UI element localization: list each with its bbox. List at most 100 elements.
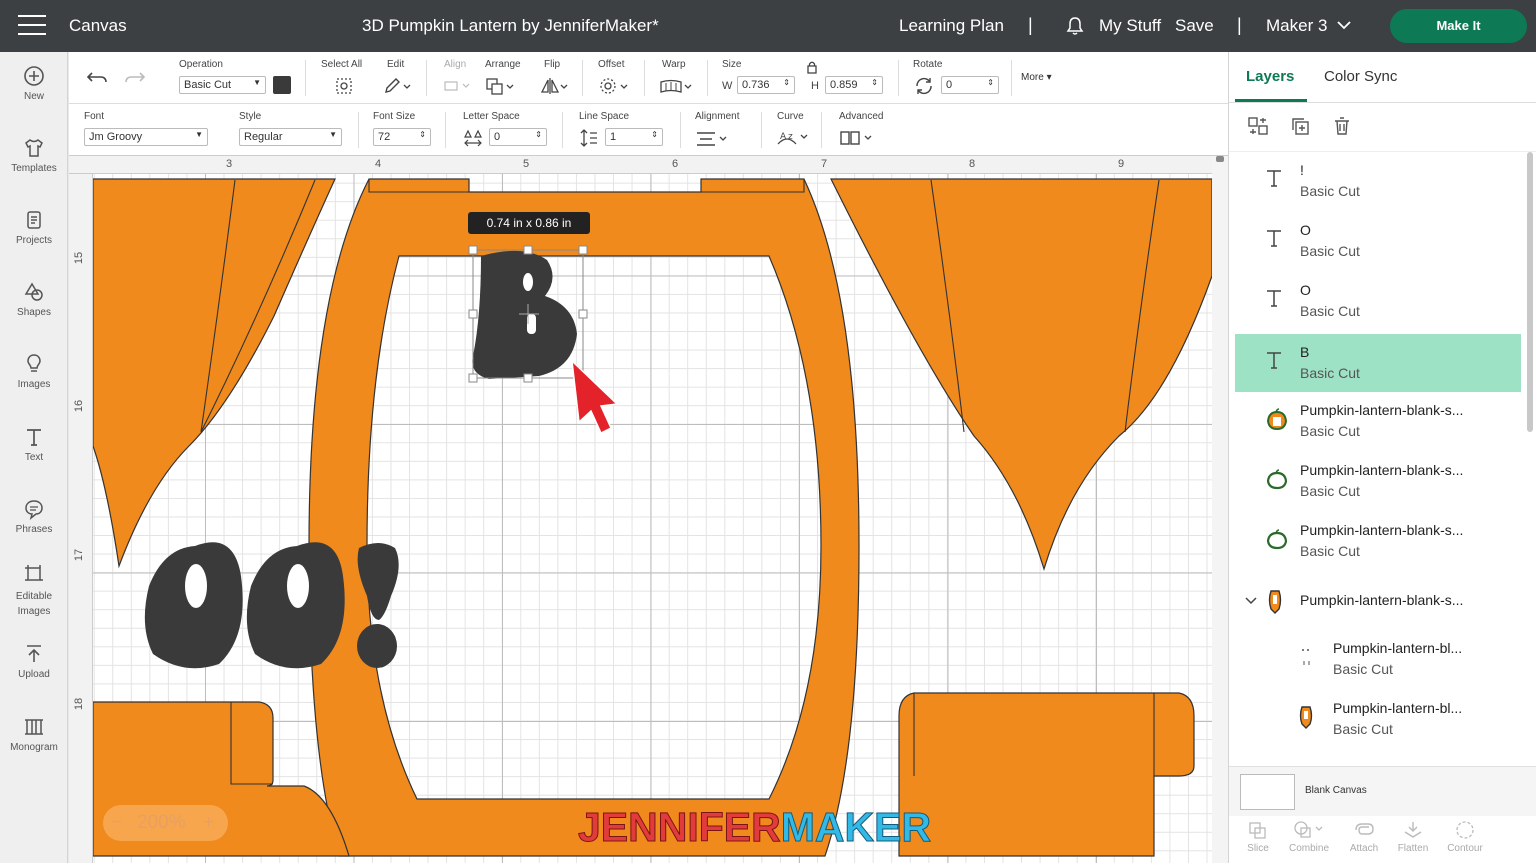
sidebar-item-templates[interactable]: Templates <box>0 137 68 174</box>
combine-button[interactable]: Combine <box>1284 820 1334 854</box>
text-icon <box>27 429 41 446</box>
sidebar-item-upload[interactable]: Upload <box>0 643 68 680</box>
alignment-label: Alignment <box>695 111 740 122</box>
sidebar-item-label: Text <box>24 452 44 463</box>
font-size-label: Font Size <box>373 111 416 122</box>
layer-name: Pumpkin-lantern-bl... <box>1333 640 1463 656</box>
layer-item[interactable]: ! Basic Cut <box>1235 152 1521 210</box>
height-input[interactable]: 0.859 ⇕ <box>825 76 883 94</box>
watermark-part-2: MAKER <box>780 804 932 851</box>
layer-item-selected[interactable]: B Basic Cut <box>1235 334 1521 392</box>
project-title[interactable]: 3D Pumpkin Lantern by JenniferMaker* <box>362 16 659 36</box>
attach-button[interactable]: Attach <box>1339 820 1389 854</box>
width-input[interactable]: 0.736 ⇕ <box>737 76 795 94</box>
align-label: Align <box>444 59 467 70</box>
bell-icon[interactable] <box>1065 16 1085 36</box>
tab-color-sync[interactable]: Color Sync <box>1324 68 1397 85</box>
lock-icon[interactable] <box>806 60 818 74</box>
arrange-label: Arrange <box>485 59 521 70</box>
group-icon[interactable] <box>1246 115 1270 137</box>
rotate-input[interactable]: 0 ⇕ <box>941 76 999 94</box>
machine-select[interactable]: Maker 3 <box>1266 16 1327 36</box>
select-all-label: Select All <box>321 59 363 70</box>
layer-item[interactable]: Pumpkin-lantern-bl... Basic Cut <box>1235 630 1521 688</box>
layer-item[interactable]: Pumpkin-lantern-blank-s... Basic Cut <box>1235 452 1521 510</box>
sidebar-item-new[interactable]: New <box>0 65 68 102</box>
divider <box>761 112 762 148</box>
layers-scrollbar[interactable] <box>1527 152 1533 432</box>
flatten-button[interactable]: Flatten <box>1388 820 1438 854</box>
flip-icon[interactable] <box>539 76 569 96</box>
operation-value: Basic Cut <box>184 79 232 91</box>
contour-button[interactable]: Contour <box>1440 820 1490 854</box>
tab-layers[interactable]: Layers <box>1246 68 1294 85</box>
offset-icon[interactable] <box>597 76 629 96</box>
sidebar-item-shapes[interactable]: Shapes <box>0 281 68 318</box>
layer-name: ! <box>1300 162 1304 178</box>
warp-icon[interactable] <box>659 78 693 96</box>
layer-item[interactable]: Pumpkin-lantern-blank-s... Basic Cut <box>1235 512 1521 570</box>
canvas-vertical-scrollbar[interactable] <box>1212 156 1228 863</box>
layer-item[interactable]: Pumpkin-lantern-blank-s... Basic Cut <box>1235 392 1521 450</box>
sidebar-item-monogram[interactable]: Monogram <box>0 716 68 753</box>
line-space-icon <box>580 129 597 147</box>
select-all-icon[interactable] <box>334 76 354 96</box>
sidebar-item-projects[interactable]: Projects <box>0 209 68 246</box>
more-menu[interactable]: More ▾ <box>1021 72 1052 83</box>
blank-canvas-row[interactable]: Blank Canvas <box>1229 766 1536 816</box>
scrollbar-thumb[interactable] <box>1216 156 1224 162</box>
style-select[interactable]: Regular ▼ <box>239 128 342 146</box>
sidebar-item-text[interactable]: Text <box>0 426 68 463</box>
curve-text-icon[interactable]: Az <box>776 128 810 148</box>
undo-icon[interactable] <box>86 69 108 87</box>
zoom-in-button[interactable]: + <box>203 805 214 841</box>
line-space-input[interactable]: 1 ⇕ <box>605 128 663 146</box>
trash-icon[interactable] <box>1331 115 1353 137</box>
watermark-part-1: JENNIFER <box>578 804 782 851</box>
layer-operation: Basic Cut <box>1333 721 1393 737</box>
layer-operation: Basic Cut <box>1300 365 1360 381</box>
slice-button[interactable]: Slice <box>1233 820 1283 854</box>
save-button[interactable]: Save <box>1175 16 1214 36</box>
rotate-icon[interactable] <box>913 76 935 96</box>
zoom-out-button[interactable]: − <box>111 805 122 841</box>
color-swatch[interactable] <box>273 76 291 94</box>
divider <box>562 112 563 148</box>
arrange-icon[interactable] <box>485 76 515 96</box>
height-label: H <box>811 80 819 92</box>
learning-plan-link[interactable]: Learning Plan <box>899 16 1004 36</box>
font-size-value: 72 <box>378 131 391 143</box>
divider <box>898 60 899 96</box>
sidebar-item-editable-images[interactable]: Editable Images <box>0 563 68 619</box>
chevron-down-icon[interactable] <box>1245 596 1257 606</box>
my-stuff-link[interactable]: My Stuff <box>1099 16 1161 36</box>
sidebar-item-phrases[interactable]: Phrases <box>0 498 68 535</box>
layers-list: ! Basic Cut O Basic Cut O Basic Cut B Ba… <box>1229 152 1529 766</box>
edit-pencil-icon[interactable] <box>383 76 411 96</box>
shirt-icon <box>25 139 43 157</box>
make-it-button[interactable]: Make It <box>1390 9 1527 43</box>
operation-label: Operation <box>179 59 223 70</box>
plus-circle-icon <box>24 66 44 86</box>
font-select[interactable]: Jm Groovy ▼ <box>84 128 208 146</box>
redo-icon[interactable] <box>124 69 146 87</box>
layer-group[interactable]: Pumpkin-lantern-blank-s... <box>1235 572 1521 630</box>
hamburger-menu-icon[interactable] <box>18 15 46 37</box>
align-icon[interactable] <box>443 78 471 94</box>
advanced-icon[interactable] <box>839 129 875 147</box>
pumpkin-outline-icon <box>1266 469 1288 490</box>
layer-item[interactable]: O Basic Cut <box>1235 212 1521 270</box>
blank-canvas-label: Blank Canvas <box>1305 785 1367 796</box>
chevron-down-icon[interactable] <box>1337 20 1351 30</box>
duplicate-icon[interactable] <box>1289 115 1311 137</box>
font-size-input[interactable]: 72 ⇕ <box>373 128 431 146</box>
jennifermaker-watermark: JENNIFERMAKER <box>578 804 932 851</box>
text-align-icon[interactable] <box>695 130 729 148</box>
design-canvas[interactable]: 3 4 5 6 7 8 9 15 16 17 18 <box>69 156 1212 863</box>
sidebar-item-images[interactable]: Images <box>0 353 68 390</box>
blank-canvas-swatch[interactable] <box>1240 774 1295 810</box>
layer-item[interactable]: Pumpkin-lantern-bl... Basic Cut <box>1235 690 1521 748</box>
layer-item[interactable]: O Basic Cut <box>1235 272 1521 330</box>
letter-space-input[interactable]: 0 ⇕ <box>489 128 547 146</box>
operation-select[interactable]: Basic Cut ▼ <box>179 76 266 94</box>
